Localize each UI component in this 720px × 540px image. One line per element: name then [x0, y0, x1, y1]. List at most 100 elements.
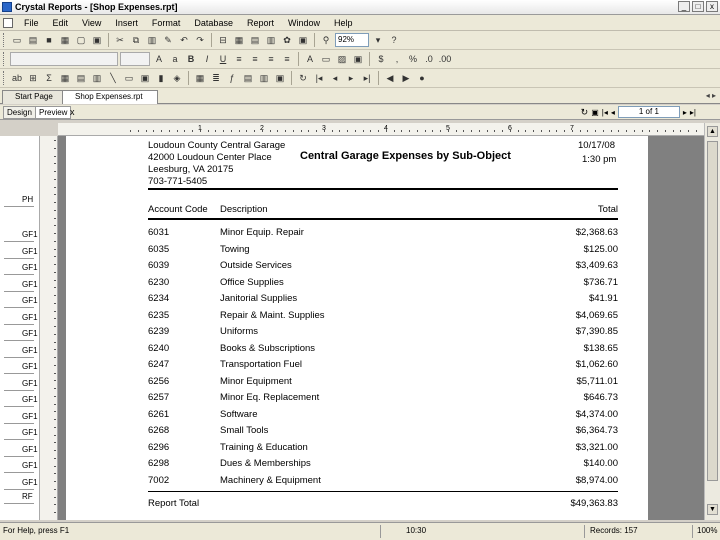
percent-icon[interactable]: % [406, 52, 420, 66]
section-label[interactable]: GF1 [4, 312, 38, 325]
vertical-scrollbar[interactable]: ▲ ▼ [704, 123, 720, 520]
select-expert-icon[interactable]: ▦ [193, 71, 207, 85]
line-icon[interactable]: ╲ [106, 71, 120, 85]
chart-icon[interactable]: ▮ [154, 71, 168, 85]
section-label[interactable]: GF1 [4, 328, 38, 341]
section-label[interactable]: GF1 [4, 361, 38, 374]
template-icon[interactable]: ▣ [273, 71, 287, 85]
menu-edit[interactable]: Edit [46, 18, 76, 28]
font-size-combo[interactable] [120, 52, 150, 66]
database-expert-icon[interactable]: ▥ [257, 71, 271, 85]
border-icon[interactable]: ▭ [319, 52, 333, 66]
menu-window[interactable]: Window [281, 18, 327, 28]
cross-tab-icon[interactable]: ▦ [58, 71, 72, 85]
currency-icon[interactable]: $ [374, 52, 388, 66]
thousands-icon[interactable]: , [390, 52, 404, 66]
previous-page-icon[interactable]: ◂ [328, 71, 342, 85]
sort-expert-icon[interactable]: ≣ [209, 71, 223, 85]
tab-preview[interactable]: Preview [35, 106, 72, 119]
save-icon[interactable]: ■ [42, 33, 56, 47]
justify-icon[interactable]: ≡ [280, 52, 294, 66]
stop-icon[interactable]: ▣ [591, 108, 599, 117]
section-label[interactable]: GF1 [4, 279, 38, 292]
tab-scroll-arrows[interactable]: ◂ ▸ [706, 91, 716, 100]
section-label[interactable]: GF1 [4, 411, 38, 424]
section-label[interactable]: GF1 [4, 444, 38, 457]
next-page-icon[interactable]: ▸ [344, 71, 358, 85]
picture-icon[interactable]: ▣ [138, 71, 152, 85]
box-icon[interactable]: ▭ [122, 71, 136, 85]
menu-format[interactable]: Format [145, 18, 188, 28]
menu-database[interactable]: Database [187, 18, 240, 28]
map-icon[interactable]: ◈ [170, 71, 184, 85]
toolbar-grip[interactable] [3, 33, 6, 47]
text-object-icon[interactable]: ab [10, 71, 24, 85]
page-indicator[interactable]: 1 of 1 [617, 106, 680, 118]
next-page-icon[interactable]: ▸ [683, 108, 687, 117]
scroll-thumb[interactable] [707, 141, 718, 481]
menu-insert[interactable]: Insert [108, 18, 145, 28]
first-page-icon[interactable]: |◂ [312, 71, 326, 85]
menu-view[interactable]: View [75, 18, 108, 28]
close-preview-icon[interactable]: x [70, 107, 75, 117]
close-button[interactable]: x [706, 1, 718, 12]
export-icon[interactable]: ▣ [90, 33, 104, 47]
section-label[interactable]: PH [4, 194, 34, 207]
toolbar-grip[interactable] [3, 52, 6, 66]
lock-format-icon[interactable]: ▣ [351, 52, 365, 66]
previous-page-icon[interactable]: ◂ [611, 108, 615, 117]
last-page-icon[interactable]: ▸| [360, 71, 374, 85]
undo-icon[interactable]: ↶ [177, 33, 191, 47]
print-preview-icon[interactable]: ▢ [74, 33, 88, 47]
subreport-icon[interactable]: ▥ [90, 71, 104, 85]
align-left-icon[interactable]: ≡ [232, 52, 246, 66]
section-label[interactable]: GF1 [4, 477, 38, 490]
section-label[interactable]: GF1 [4, 246, 38, 259]
tab-shop-expenses[interactable]: Shop Expenses.rpt [62, 90, 158, 104]
menu-report[interactable]: Report [240, 18, 281, 28]
section-label[interactable]: GF1 [4, 295, 38, 308]
decrease-font-icon[interactable]: a [168, 52, 182, 66]
group-tree-icon[interactable]: ⊟ [216, 33, 230, 47]
minimize-button[interactable]: _ [678, 1, 690, 12]
italic-icon[interactable]: I [200, 52, 214, 66]
paste-icon[interactable]: ▥ [145, 33, 159, 47]
menu-help[interactable]: Help [327, 18, 360, 28]
font-combo[interactable] [10, 52, 118, 66]
dependency-icon[interactable]: ▣ [296, 33, 310, 47]
copy-icon[interactable]: ⧉ [129, 33, 143, 47]
align-center-icon[interactable]: ≡ [248, 52, 262, 66]
forward-icon[interactable]: ▶ [399, 71, 413, 85]
section-label[interactable]: GF1 [4, 460, 38, 473]
section-label[interactable]: GF1 [4, 262, 38, 275]
refresh-icon[interactable]: ↻ [296, 71, 310, 85]
open-icon[interactable]: ▤ [26, 33, 40, 47]
summary-icon[interactable]: Σ [42, 71, 56, 85]
field-explorer-icon[interactable]: ▦ [232, 33, 246, 47]
underline-icon[interactable]: U [216, 52, 230, 66]
section-label[interactable]: GF1 [4, 427, 38, 440]
group-icon[interactable]: ⊞ [26, 71, 40, 85]
stop-icon[interactable]: ● [415, 71, 429, 85]
menu-file[interactable]: File [17, 18, 46, 28]
increase-decimals-icon[interactable]: .0 [422, 52, 436, 66]
section-label[interactable]: GF1 [4, 229, 38, 242]
print-icon[interactable]: ▦ [58, 33, 72, 47]
increase-font-icon[interactable]: A [152, 52, 166, 66]
scroll-up-icon[interactable]: ▲ [707, 126, 718, 137]
last-page-icon[interactable]: ▸| [690, 108, 696, 117]
maximize-button[interactable]: □ [692, 1, 704, 12]
cut-icon[interactable]: ✂ [113, 33, 127, 47]
back-icon[interactable]: ◀ [383, 71, 397, 85]
toolbar-grip[interactable] [3, 71, 6, 85]
align-right-icon[interactable]: ≡ [264, 52, 278, 66]
section-label[interactable]: RF [4, 491, 34, 504]
tab-start-page[interactable]: Start Page [2, 90, 64, 104]
repository-icon[interactable]: ▥ [264, 33, 278, 47]
report-explorer-icon[interactable]: ▤ [248, 33, 262, 47]
font-color-icon[interactable]: A [303, 52, 317, 66]
scroll-down-icon[interactable]: ▼ [707, 504, 718, 515]
section-label[interactable]: GF1 [4, 394, 38, 407]
section-expert-icon[interactable]: ▤ [241, 71, 255, 85]
olap-grid-icon[interactable]: ▤ [74, 71, 88, 85]
